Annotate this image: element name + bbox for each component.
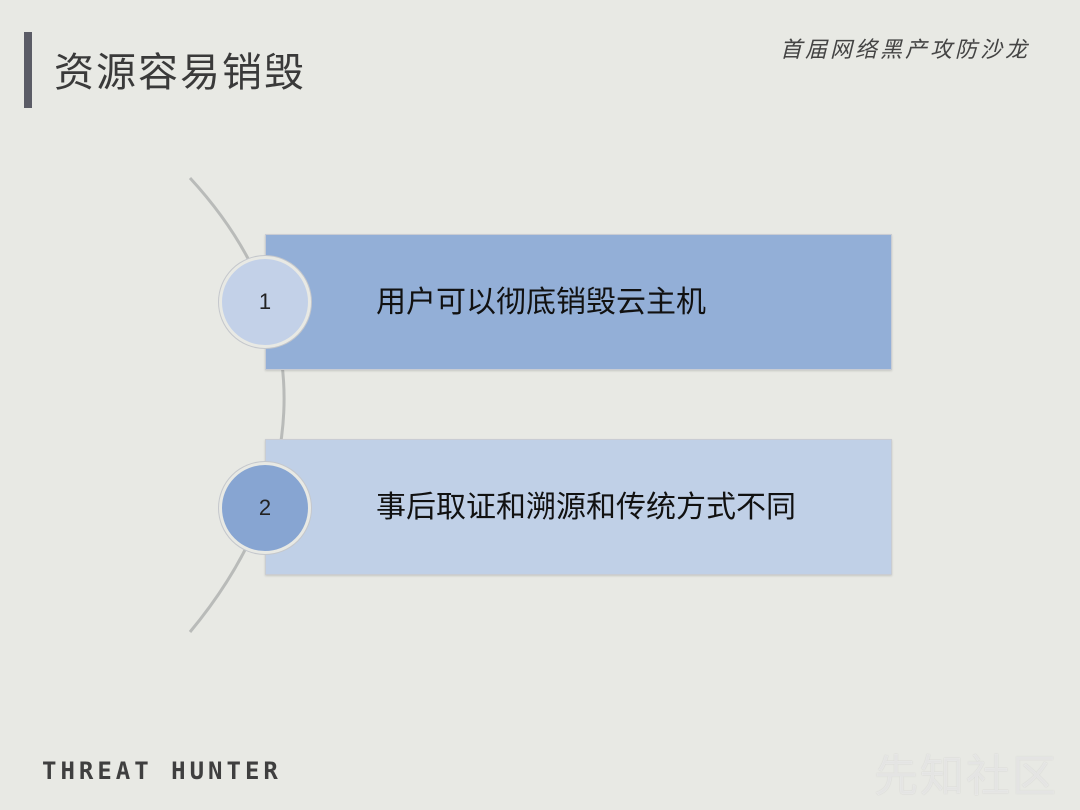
- list-item-1-number: 1: [219, 256, 311, 348]
- slide: 资源容易销毁 首届网络黑产攻防沙龙 用户可以彻底销毁云主机 1 事后取证和溯源和…: [0, 0, 1080, 810]
- brand-logo-text: THREAT HUNTER: [42, 757, 282, 785]
- list-item-1: 用户可以彻底销毁云主机: [265, 234, 892, 370]
- connector-arc: [188, 176, 286, 633]
- list-item-2-text: 事后取证和溯源和传统方式不同: [376, 490, 796, 525]
- list-item-1-text: 用户可以彻底销毁云主机: [376, 285, 706, 320]
- list-item-2: 事后取证和溯源和传统方式不同: [265, 439, 892, 575]
- watermark: 先知社区: [874, 751, 1058, 802]
- list-item-2-number: 2: [219, 462, 311, 554]
